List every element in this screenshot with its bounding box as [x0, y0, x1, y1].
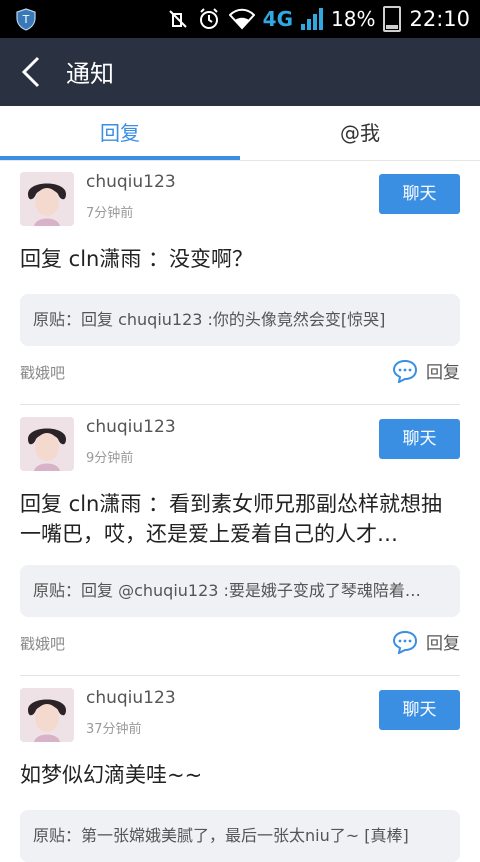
comment-icon	[392, 630, 418, 654]
status-bar: T 4G 18% 22:10	[0, 0, 480, 38]
tab-mentions[interactable]: @我	[240, 106, 480, 160]
forum-name[interactable]: 戳娥吧	[20, 362, 65, 383]
avatar[interactable]	[20, 172, 74, 226]
comment-icon	[392, 359, 418, 383]
signal-icon	[301, 8, 324, 30]
battery-icon	[383, 6, 402, 32]
username[interactable]: chuqiu123	[86, 417, 176, 437]
reply-text[interactable]: 如梦似幻滴美哇~~	[20, 760, 460, 790]
reply-button[interactable]: 回复	[392, 629, 460, 654]
username[interactable]: chuqiu123	[86, 172, 176, 192]
divider	[20, 675, 460, 676]
avatar-image	[20, 688, 74, 742]
wifi-icon	[228, 8, 255, 30]
chat-button[interactable]: 聊天	[379, 419, 460, 459]
chat-button[interactable]: 聊天	[379, 690, 460, 730]
status-right: 4G 18% 22:10	[167, 0, 470, 38]
avatar[interactable]	[20, 417, 74, 471]
notification-card[interactable]: chuqiu123 37分钟前 聊天 如梦似幻滴美哇~~ 原贴：第一张嫦娥美腻了…	[0, 688, 480, 862]
title-bar: 通知	[0, 38, 480, 106]
original-post-quote[interactable]: 原贴：第一张嫦娥美腻了，最后一张太niu了~ [真棒]	[20, 810, 460, 862]
avatar-image	[20, 172, 74, 226]
reply-label: 回复	[426, 634, 460, 654]
post-time: 7分钟前	[86, 206, 134, 221]
divider	[20, 404, 460, 405]
svg-text:T: T	[22, 13, 30, 26]
original-post-quote[interactable]: 原贴：回复 chuqiu123 :你的头像竟然会变[惊哭]	[20, 294, 460, 346]
notification-card[interactable]: chuqiu123 7分钟前 聊天 回复 cln潇雨 ：没变啊？ 原贴：回复 c…	[0, 172, 480, 405]
network-type: 4G	[262, 7, 294, 31]
avatar[interactable]	[20, 688, 74, 742]
battery-percent: 18%	[331, 7, 376, 31]
page-title: 通知	[66, 60, 114, 88]
reply-label: 回复	[426, 363, 460, 383]
reply-text[interactable]: 回复 cln潇雨 ：看到素女师兄那副怂样就想抽一嘴巴，哎，还是爱上爱着自己的人才…	[20, 489, 460, 549]
tab-indicator	[0, 156, 240, 160]
notification-card[interactable]: chuqiu123 9分钟前 聊天 回复 cln潇雨 ：看到素女师兄那副怂样就想…	[0, 417, 480, 676]
clock: 22:10	[409, 7, 470, 31]
vibrate-mute-icon	[168, 10, 187, 28]
shield-icon: T	[16, 8, 36, 31]
avatar-image	[20, 417, 74, 471]
chat-button[interactable]: 聊天	[379, 174, 460, 214]
tab-bar: 回复 @我	[0, 106, 480, 161]
post-time: 37分钟前	[86, 722, 142, 737]
username[interactable]: chuqiu123	[86, 688, 176, 708]
tab-replies[interactable]: 回复	[0, 106, 240, 160]
post-time: 9分钟前	[86, 451, 134, 466]
alarm-icon	[199, 8, 218, 29]
original-post-quote[interactable]: 原贴：回复 @chuqiu123 :要是娥子变成了琴魂陪着…	[20, 565, 460, 617]
back-arrow-icon[interactable]	[18, 56, 44, 88]
reply-button[interactable]: 回复	[392, 358, 460, 383]
reply-text[interactable]: 回复 cln潇雨 ：没变啊？	[20, 244, 460, 274]
forum-name[interactable]: 戳娥吧	[20, 633, 65, 654]
